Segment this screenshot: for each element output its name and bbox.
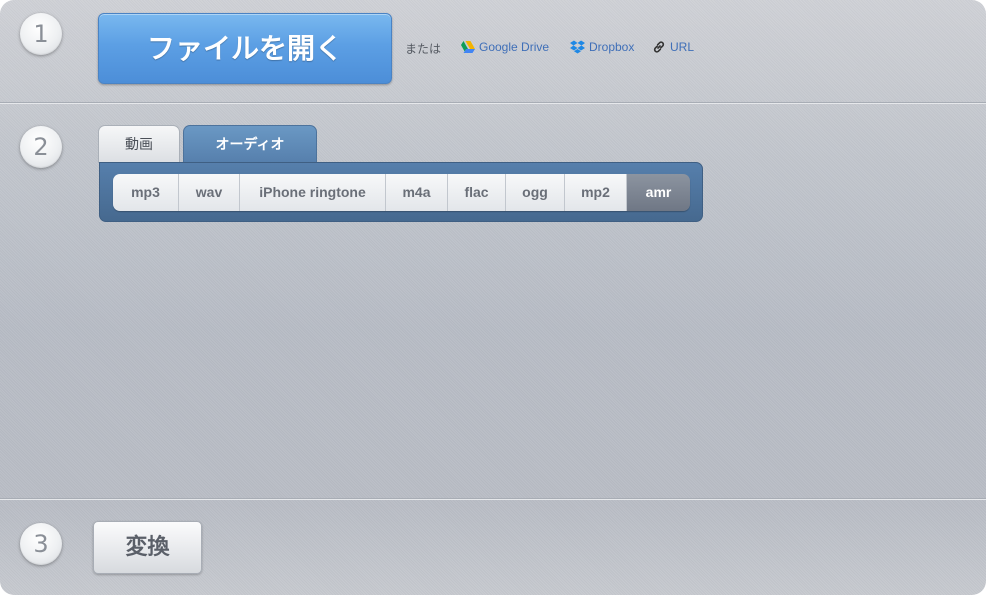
convert-button[interactable]: 変換 [93, 521, 202, 574]
open-file-button[interactable]: ファイルを開く [98, 13, 392, 84]
format-panel: mp3 wav iPhone ringtone m4a flac ogg mp2… [99, 162, 703, 222]
or-label: または [405, 42, 442, 56]
tab-audio[interactable]: オーディオ [183, 125, 317, 163]
format-mp3[interactable]: mp3 [113, 174, 179, 211]
format-flac[interactable]: flac [448, 174, 506, 211]
tab-video[interactable]: 動画 [98, 125, 180, 163]
format-amr[interactable]: amr [627, 174, 690, 211]
link-icon [653, 41, 665, 53]
format-selector: mp3 wav iPhone ringtone m4a flac ogg mp2… [113, 174, 690, 211]
format-ogg[interactable]: ogg [506, 174, 565, 211]
converter-panel: 1 ファイルを開く または Google Drive Dropbox URL 2… [0, 0, 986, 595]
format-mp2[interactable]: mp2 [565, 174, 627, 211]
google-drive-label: Google Drive [479, 40, 550, 54]
section-divider [0, 103, 986, 104]
dropbox-label: Dropbox [589, 40, 635, 54]
google-drive-icon [461, 41, 475, 53]
url-link[interactable]: URL [652, 40, 694, 54]
step-1-badge: 1 [20, 13, 62, 55]
step-3-badge: 3 [20, 523, 62, 565]
url-label: URL [670, 40, 695, 54]
dropbox-icon [570, 40, 585, 54]
format-iphone-ringtone[interactable]: iPhone ringtone [240, 174, 386, 211]
section-divider [0, 499, 986, 500]
format-m4a[interactable]: m4a [386, 174, 448, 211]
step-2-badge: 2 [20, 126, 62, 168]
format-wav[interactable]: wav [179, 174, 240, 211]
dropbox-link[interactable]: Dropbox [570, 40, 634, 54]
google-drive-link[interactable]: Google Drive [461, 40, 549, 54]
